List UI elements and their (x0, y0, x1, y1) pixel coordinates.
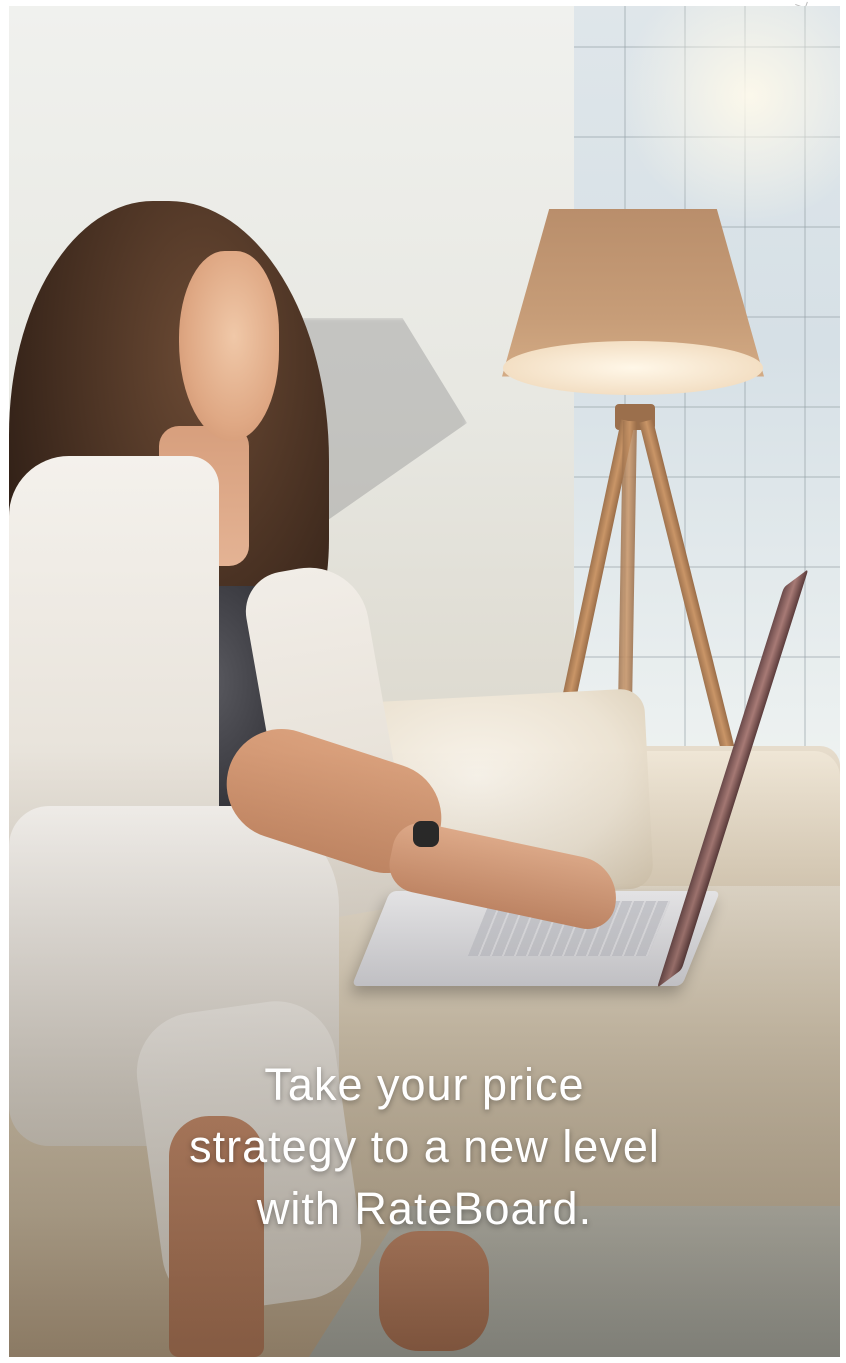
caption-line-1: Take your price (264, 1059, 585, 1110)
woman-face (179, 251, 279, 441)
caption-line-3: with RateBoard. (256, 1183, 593, 1234)
bracelet (413, 821, 439, 847)
hero-caption: Take your price strategy to a new level … (9, 1054, 840, 1240)
caption-line-2: strategy to a new level (189, 1121, 660, 1172)
woman-shin-right (379, 1231, 489, 1351)
hero-photo: Take your price strategy to a new level … (9, 6, 840, 1357)
lamp-shade-rim (503, 341, 763, 395)
